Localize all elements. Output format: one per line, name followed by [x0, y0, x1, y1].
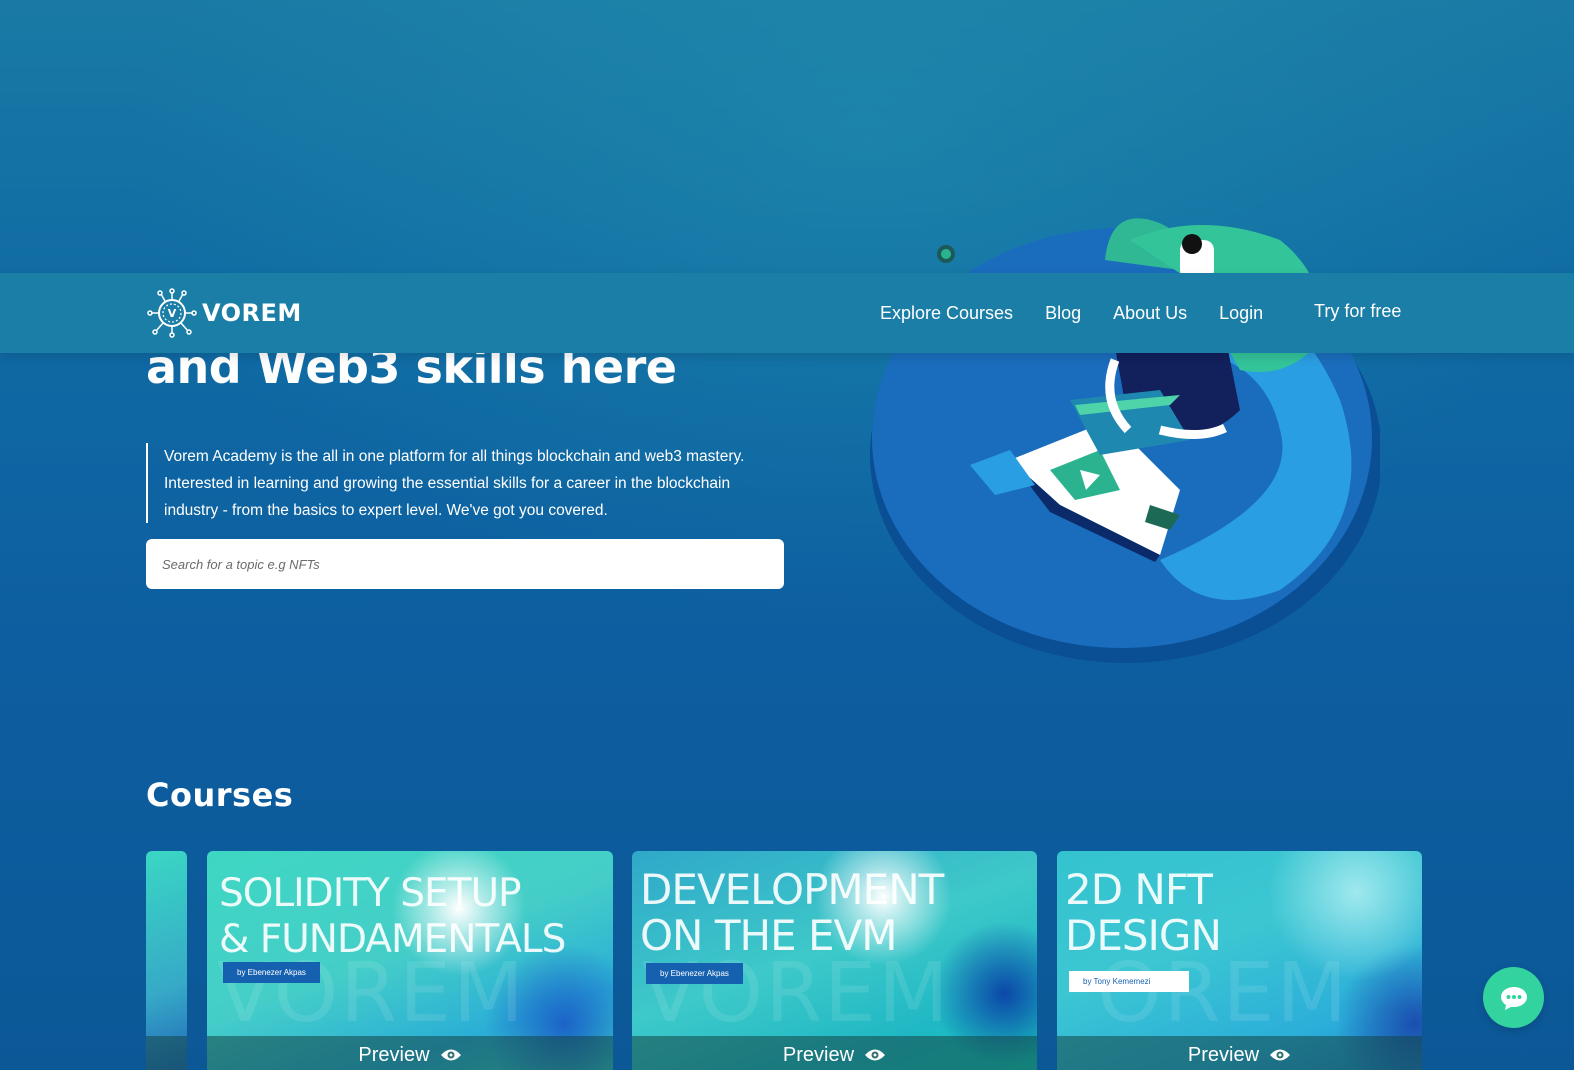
course-card-solidity[interactable]: VOREM SOLIDITY SETUP & FUNDAMENTALS by E…: [207, 851, 613, 1070]
hero-description: Vorem Academy is the all in one platform…: [146, 443, 786, 523]
card-footer: Preview: [1057, 1036, 1422, 1070]
vorem-logo-icon: V: [147, 288, 197, 338]
nav-link-login[interactable]: Login: [1219, 303, 1263, 324]
course-card-evm[interactable]: VOREM DEVELOPMENT ON THE EVM by Ebenezer…: [632, 851, 1037, 1070]
card-title: SOLIDITY SETUP & FUNDAMENTALS: [219, 871, 566, 962]
card-title: DEVELOPMENT ON THE EVM: [640, 865, 944, 960]
course-card-nft-design[interactable]: OREM 2D NFT DESIGN by Tony Kememezi Prev…: [1057, 851, 1422, 1070]
card-author: by Tony Kememezi: [1069, 971, 1189, 992]
eye-icon[interactable]: [864, 1048, 886, 1062]
try-for-free-button[interactable]: Try for free: [1314, 301, 1401, 322]
chat-icon: [1500, 986, 1527, 1010]
nav-links: Explore Courses Blog About Us Login: [880, 273, 1295, 353]
card-footer: [146, 1036, 187, 1070]
search-input[interactable]: [146, 539, 784, 589]
courses-carousel[interactable]: VOREM SOLIDITY SETUP & FUNDAMENTALS by E…: [146, 851, 1422, 1070]
course-card-partial[interactable]: [146, 851, 187, 1070]
card-footer: Preview: [207, 1036, 613, 1070]
card-watermark: OREM: [1097, 946, 1350, 1041]
card-footer: Preview: [632, 1036, 1037, 1070]
card-title: 2D NFT DESIGN: [1065, 865, 1222, 960]
navbar: V VOREM Explore Courses Blog About Us Lo…: [0, 273, 1574, 353]
card-author: by Ebenezer Akpas: [223, 962, 320, 983]
chat-button[interactable]: [1483, 967, 1544, 1028]
nav-link-blog[interactable]: Blog: [1045, 303, 1081, 324]
nav-link-about-us[interactable]: About Us: [1113, 303, 1187, 324]
preview-label[interactable]: Preview: [358, 1044, 429, 1067]
eye-icon[interactable]: [1269, 1048, 1291, 1062]
eye-icon[interactable]: [440, 1048, 462, 1062]
hero-illustration: [870, 218, 1380, 663]
card-watermark: VOREM: [642, 946, 951, 1041]
preview-label[interactable]: Preview: [1188, 1044, 1259, 1067]
nav-link-explore-courses[interactable]: Explore Courses: [880, 303, 1013, 324]
preview-label[interactable]: Preview: [783, 1044, 854, 1067]
brand-logo[interactable]: V VOREM: [146, 287, 302, 339]
card-author: by Ebenezer Akpas: [646, 963, 743, 984]
courses-heading: Courses: [146, 776, 294, 814]
svg-text:V: V: [168, 307, 177, 320]
brand-name: VOREM: [202, 299, 302, 327]
